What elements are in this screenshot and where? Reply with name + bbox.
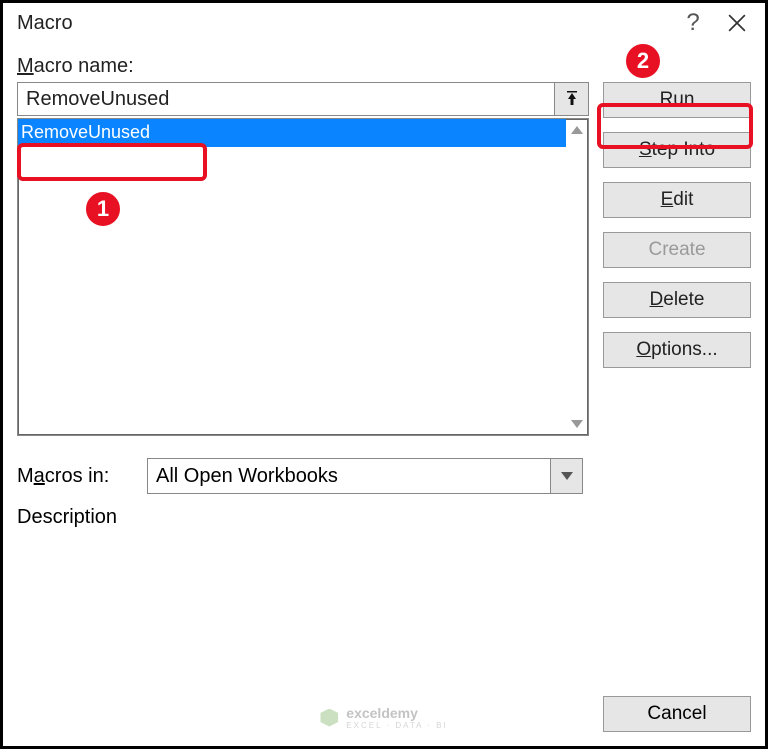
button-column: Run Step Into Edit Create Delete Options…: [603, 82, 751, 368]
macro-list[interactable]: RemoveUnused: [17, 118, 589, 436]
refedit-button[interactable]: [555, 82, 589, 116]
combo-dropdown-button[interactable]: [550, 459, 582, 493]
macro-name-label: Macro name:: [17, 55, 751, 78]
macros-in-value: All Open Workbooks: [148, 465, 550, 488]
macro-name-input[interactable]: [17, 82, 555, 116]
close-icon: [728, 14, 746, 32]
close-button[interactable]: [715, 5, 759, 41]
scroll-up-icon[interactable]: [566, 119, 588, 141]
help-button[interactable]: ?: [671, 5, 715, 41]
scrollbar[interactable]: [566, 119, 588, 435]
options-button[interactable]: Options...: [603, 332, 751, 368]
macros-in-label: Macros in:: [17, 465, 127, 488]
dialog-content: Macro name: RemoveUnused: [17, 55, 751, 732]
delete-button[interactable]: Delete: [603, 282, 751, 318]
list-item[interactable]: RemoveUnused: [18, 119, 566, 147]
titlebar: Macro ?: [3, 3, 765, 43]
description-label: Description: [17, 506, 751, 529]
cancel-button[interactable]: Cancel: [603, 696, 751, 732]
scroll-down-icon[interactable]: [566, 413, 588, 435]
chevron-down-icon: [561, 472, 573, 480]
macros-in-combo[interactable]: All Open Workbooks: [147, 458, 583, 494]
run-button[interactable]: Run: [603, 82, 751, 118]
create-button: Create: [603, 232, 751, 268]
step-into-button[interactable]: Step Into: [603, 132, 751, 168]
window-title: Macro: [17, 12, 671, 35]
collapse-icon: [564, 91, 580, 107]
edit-button[interactable]: Edit: [603, 182, 751, 218]
